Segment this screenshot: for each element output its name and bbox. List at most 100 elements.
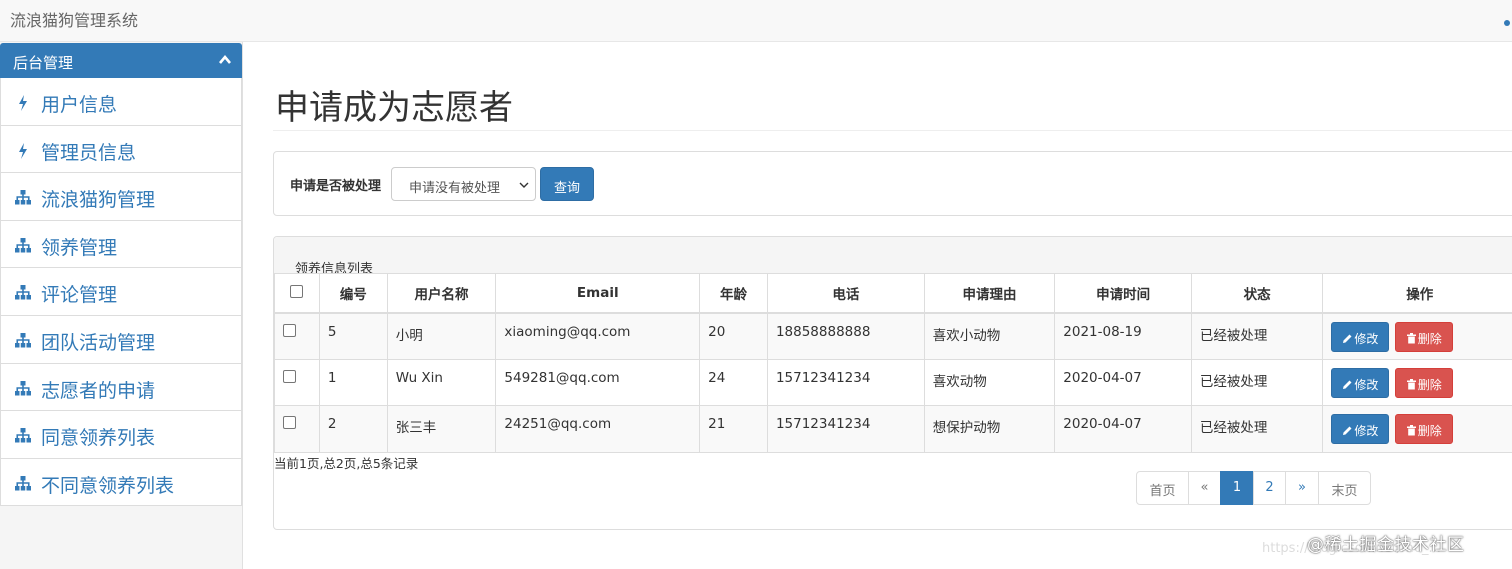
column-header: 申请理由 bbox=[923, 273, 1056, 314]
sidebar-menu: 用户信息 管理员信息 流浪猫狗管理 领养管理 评论管理 团队活动管理 志愿者的申… bbox=[0, 78, 242, 507]
sitemap-icon bbox=[15, 285, 31, 300]
cell-name: 张三丰 bbox=[386, 405, 497, 453]
page-first-link[interactable]: 首页 bbox=[1136, 471, 1189, 505]
trash-icon bbox=[1406, 425, 1416, 436]
chevron-down-icon bbox=[519, 182, 529, 188]
row-checkbox[interactable] bbox=[283, 323, 296, 337]
row-checkbox[interactable] bbox=[283, 369, 296, 383]
cell-phone: 15712341234 bbox=[766, 358, 925, 406]
sitemap-icon bbox=[15, 190, 31, 205]
sidebar-item-adoption[interactable]: 领养管理 bbox=[0, 220, 242, 269]
sidebar: 后台管理 用户信息 管理员信息 流浪猫狗管理 领养管理 评论管理 团队活动管理 bbox=[0, 42, 243, 569]
app-title[interactable]: 流浪猫狗管理系统 bbox=[10, 7, 138, 31]
delete-button[interactable]: 删除 bbox=[1394, 321, 1453, 352]
cell-status: 已经被处理 bbox=[1190, 358, 1324, 406]
sidebar-header-label: 后台管理 bbox=[13, 54, 74, 72]
select-all-checkbox[interactable] bbox=[290, 285, 304, 299]
delete-button[interactable]: 删除 bbox=[1394, 367, 1453, 398]
list-panel-heading bbox=[274, 237, 1512, 273]
sidebar-item-label: 管理员信息 bbox=[41, 141, 137, 164]
column-header: 操作 bbox=[1322, 273, 1512, 314]
watermark: @稀土掘金技术社区 bbox=[1307, 535, 1465, 555]
delete-label: 删除 bbox=[1417, 377, 1442, 392]
cell-date: 2020-04-07 bbox=[1054, 358, 1192, 406]
trash-icon bbox=[1406, 378, 1416, 389]
sidebar-item-label: 领养管理 bbox=[41, 236, 118, 259]
sidebar-header[interactable]: 后台管理 bbox=[0, 43, 242, 78]
status-select[interactable]: 申请没有被处理 bbox=[391, 167, 536, 201]
table-row: 5 小明 xiaoming@qq.com 20 18858888888 喜欢小动… bbox=[274, 312, 1512, 360]
column-header: 年龄 bbox=[699, 273, 768, 314]
delete-label: 删除 bbox=[1417, 331, 1442, 346]
top-navbar: 流浪猫狗管理系统 bbox=[0, 0, 1512, 42]
cell-age: 20 bbox=[699, 312, 768, 360]
pencil-icon bbox=[1343, 380, 1352, 389]
page-link-2[interactable]: 2 bbox=[1253, 471, 1286, 505]
cell-age: 21 bbox=[699, 405, 768, 453]
column-header: Email bbox=[495, 273, 701, 314]
pencil-icon bbox=[1343, 334, 1352, 343]
bolt-icon bbox=[19, 142, 27, 159]
sidebar-item-volunteer-applications[interactable]: 志愿者的申请 bbox=[0, 363, 242, 412]
pencil-icon bbox=[1343, 426, 1352, 435]
table-header-row: 编号 用户名称 Email 年龄 电话 申请理由 申请时间 状态 操作 bbox=[274, 273, 1512, 314]
cell-actions: 修改 删除 bbox=[1322, 312, 1512, 360]
edit-label: 修改 bbox=[1354, 424, 1379, 438]
cell-status: 已经被处理 bbox=[1190, 312, 1324, 360]
applications-table: 编号 用户名称 Email 年龄 电话 申请理由 申请时间 状态 操作 5 小明… bbox=[274, 273, 1512, 453]
cell-date: 2020-04-07 bbox=[1054, 405, 1192, 453]
page-link-1[interactable]: 1 bbox=[1220, 471, 1254, 505]
list-panel: 领养信息列表 编号 用户名称 Email 年龄 电话 申请理由 申请时间 状态 … bbox=[273, 236, 1512, 530]
sidebar-item-label: 不同意领养列表 bbox=[41, 474, 175, 497]
sidebar-item-label: 流浪猫狗管理 bbox=[41, 189, 156, 212]
sitemap-icon bbox=[15, 332, 31, 348]
row-checkbox[interactable] bbox=[283, 416, 296, 429]
record-summary: 当前1页,总2页,总5条记录 bbox=[274, 456, 419, 471]
sitemap-icon bbox=[15, 380, 31, 396]
sidebar-item-user-info[interactable]: 用户信息 bbox=[0, 78, 242, 126]
cell-phone: 15712341234 bbox=[766, 405, 925, 453]
cell-phone: 18858888888 bbox=[766, 312, 925, 360]
page-last-link[interactable]: 末页 bbox=[1318, 471, 1371, 505]
page-next-link[interactable]: » bbox=[1285, 471, 1319, 505]
cell-email: 549281@qq.com bbox=[495, 358, 701, 406]
cell-actions: 修改 删除 bbox=[1322, 358, 1512, 406]
trash-icon bbox=[1406, 332, 1416, 343]
cell-id: 2 bbox=[318, 405, 388, 453]
column-header: 编号 bbox=[318, 273, 388, 314]
sidebar-item-label: 同意领养列表 bbox=[41, 427, 156, 450]
cell-reason: 喜欢动物 bbox=[923, 358, 1056, 406]
user-menu-icon[interactable] bbox=[1504, 20, 1510, 26]
edit-button[interactable]: 修改 bbox=[1331, 321, 1390, 352]
sidebar-item-label: 志愿者的申请 bbox=[41, 379, 156, 402]
edit-label: 修改 bbox=[1354, 377, 1379, 392]
sidebar-item-comments[interactable]: 评论管理 bbox=[0, 268, 242, 316]
delete-button[interactable]: 删除 bbox=[1394, 414, 1453, 444]
select-all-cell bbox=[274, 273, 320, 314]
sitemap-icon bbox=[15, 428, 31, 443]
column-header: 申请时间 bbox=[1054, 273, 1192, 314]
sidebar-item-label: 团队活动管理 bbox=[41, 331, 156, 354]
sidebar-item-approved-adoptions[interactable]: 同意领养列表 bbox=[0, 411, 242, 459]
table-row: 2 张三丰 24251@qq.com 21 15712341234 想保护动物 … bbox=[274, 405, 1512, 453]
edit-button[interactable]: 修改 bbox=[1331, 414, 1390, 444]
sidebar-item-stray-pets[interactable]: 流浪猫狗管理 bbox=[0, 173, 242, 221]
cell-age: 24 bbox=[699, 358, 768, 406]
page-prev-link[interactable]: « bbox=[1188, 471, 1221, 505]
sitemap-icon bbox=[15, 237, 31, 253]
sidebar-item-rejected-adoptions[interactable]: 不同意领养列表 bbox=[0, 458, 242, 507]
edit-button[interactable]: 修改 bbox=[1331, 367, 1390, 398]
cell-email: 24251@qq.com bbox=[495, 405, 701, 453]
sidebar-item-admin-info[interactable]: 管理员信息 bbox=[0, 125, 242, 174]
row-select-cell bbox=[274, 405, 320, 453]
edit-label: 修改 bbox=[1354, 331, 1379, 346]
column-header: 状态 bbox=[1190, 273, 1324, 314]
cell-name: 小明 bbox=[386, 312, 497, 360]
sidebar-item-team-activities[interactable]: 团队活动管理 bbox=[0, 315, 242, 364]
sitemap-icon bbox=[15, 475, 31, 491]
title-divider bbox=[273, 130, 1512, 131]
table-row: 1 Wu Xin 549281@qq.com 24 15712341234 喜欢… bbox=[274, 358, 1512, 406]
cell-name: Wu Xin bbox=[386, 358, 497, 406]
query-button[interactable]: 查询 bbox=[540, 167, 594, 201]
cell-date: 2021-08-19 bbox=[1054, 312, 1192, 360]
